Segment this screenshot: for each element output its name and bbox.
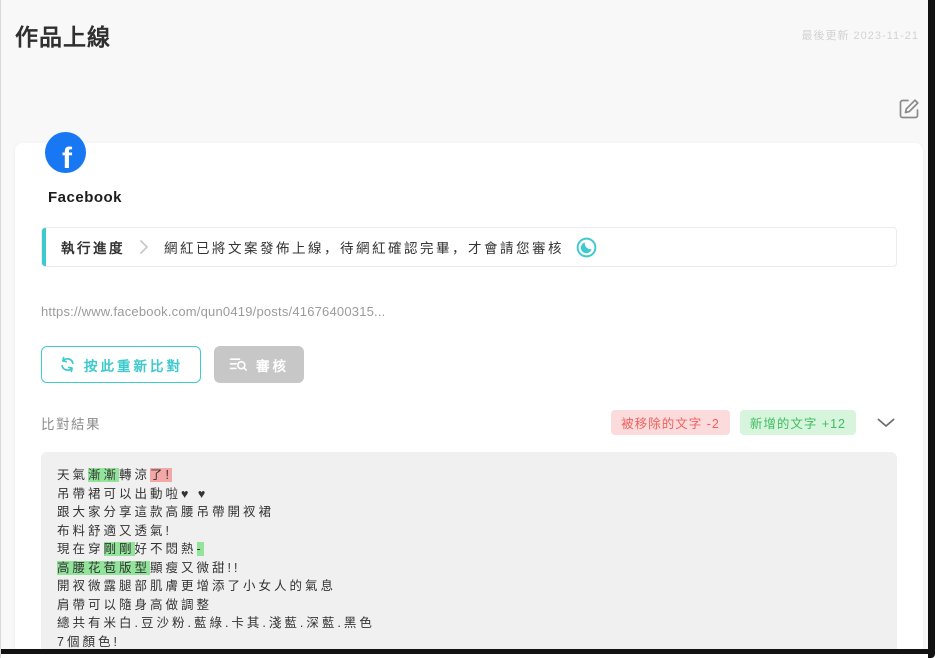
result-line: 肩帶可以隨身高做調整 [57,596,881,615]
result-line: 現在穿剛剛好不悶熱- [57,540,881,559]
progress-status: 執行進度 網紅已將文案發佈上線，待網紅確認完畢，才會請您審核 [41,227,897,267]
app-window: 作品上線 最後更新 2023-11-21 f Facebook 執行進度 網紅已… [0,0,941,658]
progress-message: 網紅已將文案發佈上線，待網紅確認完畢，才會請您審核 [164,237,564,257]
added-text-highlight: 高腰花苞版型 [57,561,150,575]
compare-result-text: 天氣漸漸轉涼了!吊帶裙可以出動啦♥ ♥跟大家分享這款高腰吊帶開衩裙布料舒適又透氣… [41,452,897,658]
page-title: 作品上線 [15,18,111,52]
progress-accent-bar [42,228,46,266]
edit-pencil-icon [897,97,923,121]
result-line: 布料舒適又透氣! [57,522,881,541]
chevron-right-icon [139,239,149,255]
added-text-highlight: - [197,542,204,556]
result-line: 總共有米白.豆沙粉.藍綠.卡其.淺藍.深藍.黑色 [57,614,881,633]
last-updated-timestamp: 最後更新 2023-11-21 [801,27,919,43]
platform-name: Facebook [48,189,923,206]
progress-label: 執行進度 [61,237,125,257]
post-url-link[interactable]: https://www.facebook.com/qun0419/posts/4… [41,304,897,319]
window-frame-border-right [928,0,935,658]
recompare-button[interactable]: 按此重新比對 [41,346,201,383]
result-line: 跟大家分享這款高腰吊帶開衩裙 [57,503,881,522]
removed-text-badge: 被移除的文字 -2 [611,410,730,435]
collapse-toggle-button[interactable] [875,416,897,430]
in-progress-icon [576,237,597,258]
review-button[interactable]: 審核 [214,346,304,383]
compare-title: 比對結果 [41,413,101,433]
result-line: 開衩微露腿部肌膚更增添了小女人的氣息 [57,577,881,596]
action-buttons-row: 按此重新比對 審核 [41,346,897,383]
result-line: 天氣漸漸轉涼了! [57,466,881,485]
search-list-icon [229,357,256,372]
added-text-badge: 新增的文字 +12 [740,410,856,435]
removed-text-highlight: 了! [150,468,172,482]
added-text-highlight: 漸漸 [88,468,119,482]
window-frame-margin-bottom [1,654,941,658]
refresh-icon [59,356,84,373]
compare-header: 比對結果 被移除的文字 -2 新增的文字 +12 [41,410,897,435]
platform-card: f Facebook 執行進度 網紅已將文案發佈上線，待網紅確認完畢，才會請您審… [15,143,923,658]
edit-button[interactable] [897,96,923,122]
result-line: 高腰花苞版型顯瘦又微甜!! [57,559,881,578]
chevron-down-icon [877,418,895,428]
recompare-button-label: 按此重新比對 [84,355,183,375]
review-button-label: 審核 [256,355,289,375]
added-text-highlight: 剛剛 [104,542,135,556]
result-line: 吊帶裙可以出動啦♥ ♥ [57,485,881,504]
window-frame-margin-right [935,0,941,658]
window-frame-border-bottom [1,649,930,654]
facebook-logo-icon: f [45,132,86,173]
